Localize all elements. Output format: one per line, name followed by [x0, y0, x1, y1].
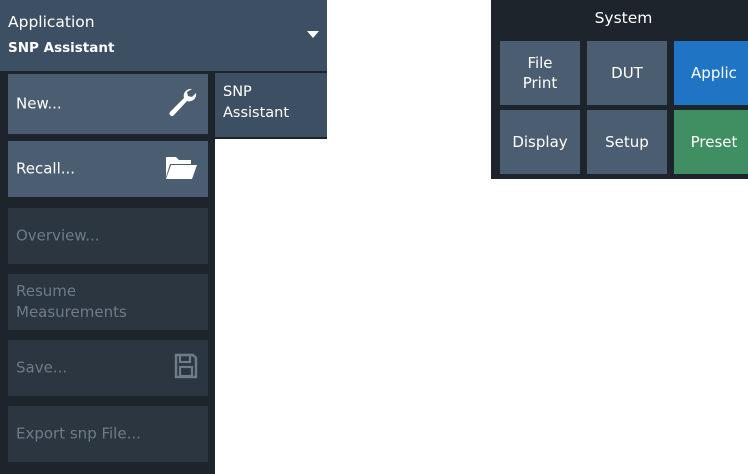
application-softtool-panel: Application SNP Assistant New... Recall.…: [0, 0, 327, 474]
application-header-title: Application: [8, 13, 95, 31]
wrench-icon: [166, 86, 198, 122]
overview-button[interactable]: Overview...: [8, 208, 208, 264]
save-icon: [174, 353, 198, 383]
resume-measurements-button-label: Resume Measurements: [16, 282, 127, 321]
save-button[interactable]: Save...: [8, 340, 208, 396]
setup-button[interactable]: Setup: [587, 110, 667, 174]
resume-measurements-button[interactable]: Resume Measurements: [8, 274, 208, 330]
export-snp-file-button[interactable]: Export snp File...: [8, 406, 208, 462]
application-dropdown-header[interactable]: Application SNP Assistant: [0, 0, 327, 71]
preset-button[interactable]: Preset: [674, 110, 748, 174]
folder-open-icon: [164, 153, 198, 185]
file-print-button-label: File Print: [522, 54, 558, 92]
display-button[interactable]: Display: [500, 110, 580, 174]
tab-snp-assistant[interactable]: SNP Assistant: [215, 71, 327, 139]
save-button-label: Save...: [16, 358, 68, 377]
tab-snp-assistant-label: SNP Assistant: [223, 84, 290, 121]
new-button-label: New...: [16, 94, 62, 113]
export-snp-file-button-label: Export snp File...: [16, 424, 141, 443]
application-menu: New... Recall... Overview... Resume Meas…: [0, 71, 215, 474]
preset-button-label: Preset: [690, 133, 738, 151]
setup-button-label: Setup: [605, 133, 649, 151]
dut-button-label: DUT: [611, 64, 643, 82]
system-panel-title: System: [594, 9, 653, 27]
file-print-button[interactable]: File Print: [500, 41, 580, 105]
applic-button-label: Applic: [691, 64, 737, 82]
recall-button-label: Recall...: [16, 159, 76, 178]
display-button-label: Display: [512, 133, 568, 151]
application-header-subtitle: SNP Assistant: [8, 40, 115, 56]
overview-button-label: Overview...: [16, 226, 100, 245]
system-softkey-panel: System File Print DUT Applic Display Set…: [491, 0, 748, 179]
recall-button[interactable]: Recall...: [8, 141, 208, 197]
dropdown-caret-icon[interactable]: [307, 31, 319, 38]
new-button[interactable]: New...: [8, 74, 208, 134]
dut-button[interactable]: DUT: [587, 41, 667, 105]
applic-button[interactable]: Applic: [674, 41, 748, 105]
